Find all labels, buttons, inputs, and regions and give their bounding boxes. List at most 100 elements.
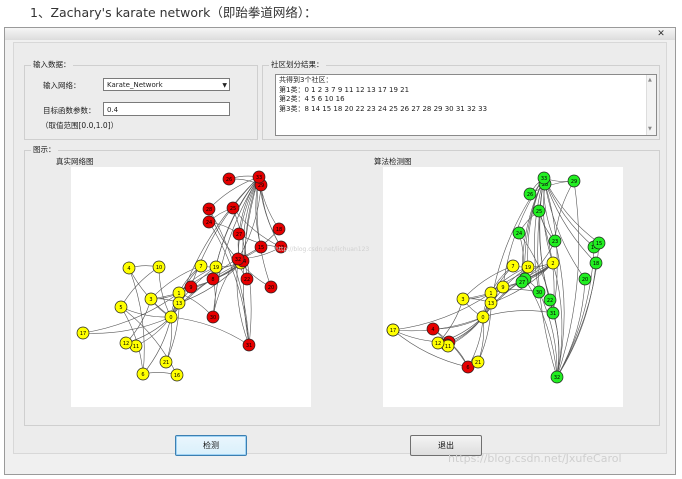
real-edge <box>256 176 272 288</box>
real-edge <box>128 267 172 318</box>
display-groupbox: 图示： 真实网络图 算法检测图 012345678910111213141516… <box>24 144 660 426</box>
detected-node-label: 17 <box>390 328 396 334</box>
detected-node-label: 31 <box>550 311 556 317</box>
center-watermark: http://blog.csdn.net/lichuan123 <box>275 246 370 253</box>
detected-node-label: 3 <box>461 297 464 303</box>
real-node-label: 15 <box>258 245 264 251</box>
detected-network-canvas: 0123456789101112131415161718192021222324… <box>383 167 623 407</box>
real-node-label: 9 <box>189 285 192 291</box>
client-area: 输入数据： 输入网络： Karate_Network ▼ 目标函数参数： 0.4… <box>13 42 667 456</box>
real-node-label: 27 <box>236 232 242 238</box>
result-line: 共得到3个社区： <box>279 76 333 84</box>
detected-node-label: 9 <box>501 285 504 291</box>
detected-edge <box>543 177 597 264</box>
param-input[interactable]: 0.4 <box>103 102 230 116</box>
real-node-label: 32 <box>235 257 241 263</box>
detected-node-label: 25 <box>536 209 542 215</box>
real-edge <box>125 298 152 344</box>
real-node-label: 30 <box>210 315 216 321</box>
result-line: 第3类：8 14 15 18 20 22 23 24 25 26 27 28 2… <box>279 104 488 113</box>
network-select-value: Karate_Network <box>107 81 163 89</box>
detected-node-label: 20 <box>582 277 588 283</box>
result-textarea[interactable]: 共得到3个社区： 第1类：0 1 2 3 7 9 11 12 13 17 19 … <box>275 74 657 136</box>
result-group-title: 社区划分结果： <box>269 59 326 70</box>
detected-node-label: 18 <box>593 261 599 267</box>
real-node-label: 31 <box>246 343 252 349</box>
real-node-label: 19 <box>213 265 219 271</box>
detected-node-label: 33 <box>541 176 547 182</box>
result-line: 第1类：0 1 2 3 7 9 11 12 13 17 19 21 <box>279 85 410 94</box>
range-note: （取值范围[0.0,1.0]） <box>41 121 119 130</box>
detect-button[interactable]: 检测 <box>175 435 247 456</box>
real-node-label: 7 <box>199 264 202 270</box>
detected-node-label: 26 <box>527 192 533 198</box>
real-node-label: 20 <box>268 285 274 291</box>
real-node-label: 6 <box>141 372 144 378</box>
network-select[interactable]: Karate_Network ▼ <box>103 78 230 91</box>
real-node-label: 29 <box>258 183 264 189</box>
detected-node-label: 19 <box>525 265 531 271</box>
detected-node-label: 15 <box>596 241 602 247</box>
real-node-label: 33 <box>256 175 262 181</box>
result-groupbox: 社区划分结果： 共得到3个社区： 第1类：0 1 2 3 7 9 11 12 1… <box>262 59 660 140</box>
detected-node-label: 22 <box>547 298 553 304</box>
scroll-down-icon[interactable]: ▼ <box>648 125 652 135</box>
input-group-title: 输入数据： <box>31 59 73 70</box>
real-node-label: 11 <box>133 344 139 350</box>
scroll-up-icon[interactable]: ▲ <box>648 76 652 86</box>
detected-node-label: 23 <box>552 239 558 245</box>
real-node-label: 3 <box>149 297 152 303</box>
real-node-label: 22 <box>244 277 250 283</box>
real-node-label: 18 <box>276 227 282 233</box>
real-node-label: 12 <box>123 341 129 347</box>
detected-node-label: 29 <box>571 179 577 185</box>
real-network-canvas: 0123456789101112131415161718192021222324… <box>71 167 311 407</box>
detected-node-label: 11 <box>445 344 451 350</box>
detected-edge <box>556 180 580 378</box>
detected-edge <box>552 262 563 378</box>
real-network-graph: 0123456789101112131415161718192021222324… <box>76 170 288 382</box>
real-node-label: 1 <box>177 291 180 297</box>
detected-node-label: 2 <box>551 261 554 267</box>
real-node-label: 8 <box>211 277 214 283</box>
real-node-label: 25 <box>230 206 236 212</box>
detected-node-label: 24 <box>516 231 522 237</box>
detected-node-label: 1 <box>489 291 492 297</box>
right-panel-title: 算法检测图 <box>374 157 412 166</box>
result-scrollbar[interactable]: ▲ ▼ <box>646 75 656 135</box>
real-edge <box>82 316 172 334</box>
real-node-label: 13 <box>176 301 182 307</box>
real-node-label: 5 <box>119 305 122 311</box>
param-label: 目标函数参数： <box>43 106 96 115</box>
detected-node-label: 6 <box>466 365 469 371</box>
real-edge <box>158 266 172 318</box>
app-window: ✕ 输入数据： 输入网络： Karate_Network ▼ 目标函数参数： 0… <box>4 27 676 475</box>
real-node-label: 4 <box>127 266 130 272</box>
display-group-title: 图示： <box>31 144 58 155</box>
real-node-label: 21 <box>163 360 169 366</box>
detected-node-label: 32 <box>554 375 560 381</box>
real-node-label: 26 <box>226 177 232 183</box>
detected-edge <box>556 246 595 378</box>
real-node-label: 0 <box>169 315 172 321</box>
network-label: 输入网络： <box>43 81 81 90</box>
left-panel-title: 真实网络图 <box>56 157 94 166</box>
chevron-down-icon[interactable]: ▼ <box>222 79 227 92</box>
detected-node-label: 7 <box>511 264 514 270</box>
page-caption: 1、Zachary's karate network（即跆拳道网络）： <box>30 5 317 20</box>
detected-node-label: 4 <box>431 327 434 333</box>
detected-node-label: 0 <box>481 315 484 321</box>
detected-node-label: 13 <box>488 301 494 307</box>
real-node-label: 10 <box>156 265 162 271</box>
detected-node-label: 30 <box>536 290 542 296</box>
real-node-label: 24 <box>206 220 212 226</box>
result-line: 第2类：4 5 6 10 16 <box>279 95 345 103</box>
real-node-label: 17 <box>80 331 86 337</box>
detected-network-graph: 0123456789101112131415161718192021222324… <box>386 171 606 384</box>
real-node-label: 16 <box>174 373 180 379</box>
detected-node-label: 27 <box>519 280 525 286</box>
close-icon[interactable]: ✕ <box>651 29 671 39</box>
input-groupbox: 输入数据： 输入网络： Karate_Network ▼ 目标函数参数： 0.4… <box>24 59 258 140</box>
title-bar: ✕ <box>5 28 675 40</box>
detected-node-label: 21 <box>475 360 481 366</box>
